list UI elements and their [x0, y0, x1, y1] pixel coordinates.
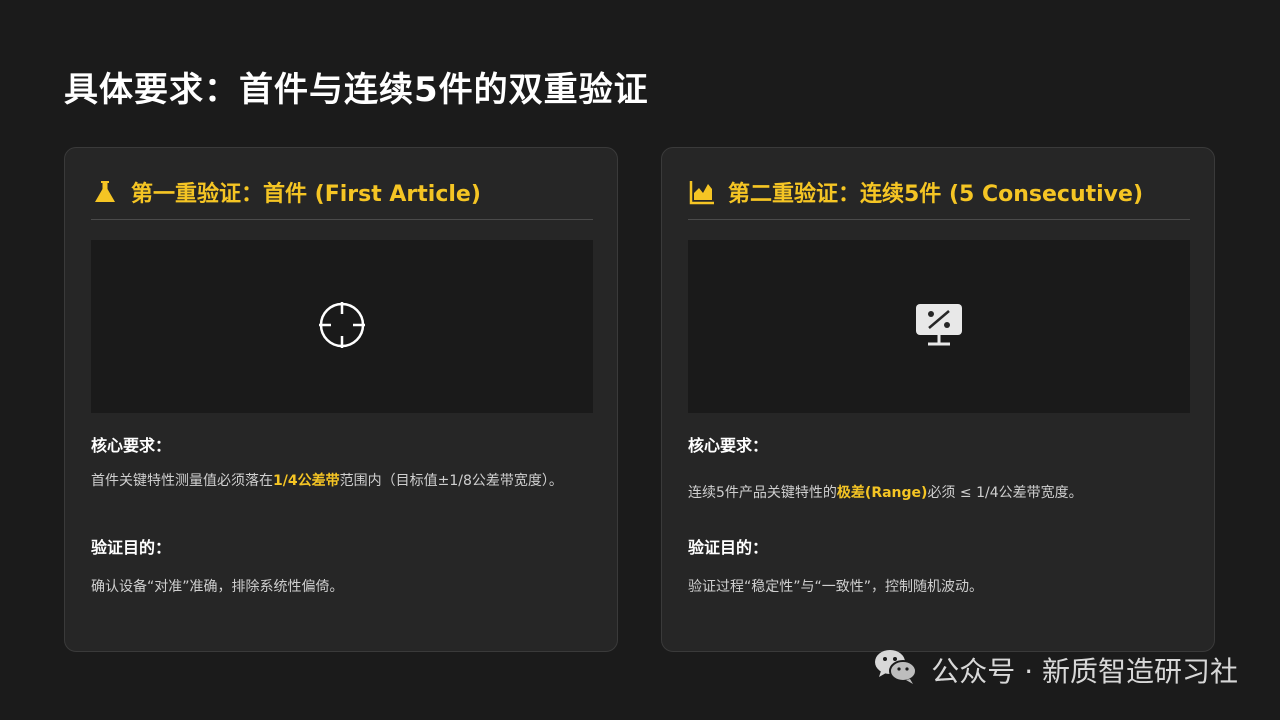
- requirement-text: 首件关键特性测量值必须落在1/4公差带范围内（目标值±1/8公差带宽度）。: [91, 473, 563, 489]
- image-placeholder: [688, 240, 1190, 413]
- requirement-label: 核心要求：: [91, 436, 172, 455]
- wechat-account-watermark: 公众号 · 新质智造研习社: [873, 646, 1238, 693]
- requirement-label: 核心要求：: [688, 436, 769, 455]
- purpose-text: 确认设备“对准”准确，排除系统性偏倚。: [91, 579, 344, 595]
- area-chart-icon: [688, 178, 716, 206]
- requirement-highlight: 1/4公差带: [273, 473, 340, 489]
- purpose-text: 验证过程“稳定性”与“一致性”，控制随机波动。: [688, 579, 984, 595]
- consecutive-five-card: 第二重验证：连续5件 (5 Consecutive) 核心要求： 连续5件产品关…: [661, 147, 1215, 652]
- crosshair-icon: [317, 300, 367, 354]
- card-header: 第二重验证：连续5件 (5 Consecutive): [688, 172, 1190, 220]
- card-title: 第一重验证：首件 (First Article): [131, 181, 481, 207]
- image-placeholder: [91, 240, 593, 413]
- first-article-card: 第一重验证：首件 (First Article) 核心要求： 首件关键特性测量值…: [64, 147, 618, 652]
- requirement-text: 连续5件产品关键特性的极差(Range)必须 ≤ 1/4公差带宽度。: [688, 485, 1083, 501]
- card-header: 第一重验证：首件 (First Article): [91, 172, 593, 220]
- monitor-percent-icon: [914, 302, 964, 352]
- page-title: 具体要求：首件与连续5件的双重验证: [64, 70, 649, 110]
- purpose-label: 验证目的：: [91, 538, 172, 557]
- watermark-text: 公众号 · 新质智造研习社: [931, 654, 1238, 688]
- wechat-icon: [873, 646, 919, 693]
- slide: 具体要求：首件与连续5件的双重验证 第一重验证：首件 (First Articl…: [0, 0, 1280, 720]
- card-title: 第二重验证：连续5件 (5 Consecutive): [728, 181, 1144, 207]
- requirement-highlight: 极差(Range): [836, 485, 928, 501]
- purpose-label: 验证目的：: [688, 538, 769, 557]
- flask-icon: [91, 178, 119, 206]
